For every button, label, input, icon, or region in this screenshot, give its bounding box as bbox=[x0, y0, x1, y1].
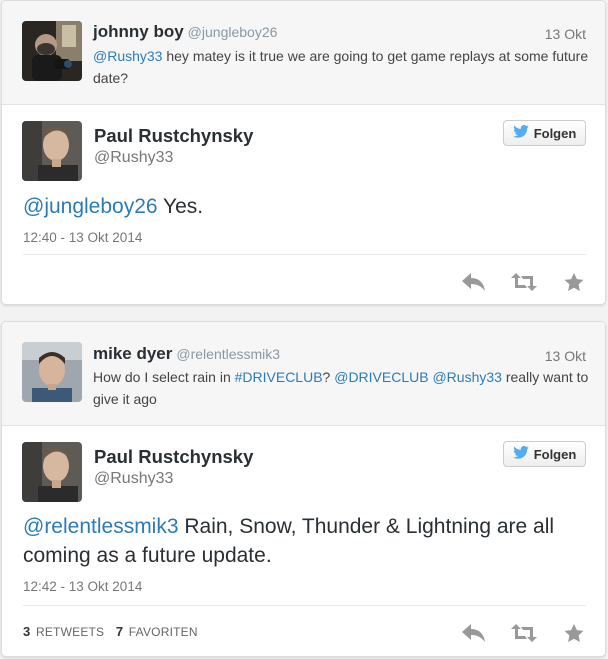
reply-text-body: hey matey is it true we are going to get… bbox=[93, 48, 589, 86]
mention-link[interactable]: @Rushy33 bbox=[432, 369, 501, 385]
mention-link[interactable]: @jungleboy26 bbox=[23, 195, 158, 218]
tweet-author-handle[interactable]: @Rushy33 bbox=[94, 149, 173, 167]
in-reply-to-tweet[interactable]: mike dyer @relentlessmik3 13 Okt How do I… bbox=[2, 322, 605, 426]
favorites-count: 7 bbox=[115, 624, 124, 639]
tweet-text: @relentlessmik3 Rain, Snow, Thunder & Li… bbox=[23, 512, 593, 570]
retweets-stat[interactable]: 3 RETWEETS bbox=[23, 624, 105, 639]
hashtag-link[interactable]: #DRIVECLUB bbox=[235, 369, 323, 385]
reply-icon[interactable] bbox=[461, 623, 487, 643]
reply-text-body: ? bbox=[322, 369, 335, 385]
twitter-bird-icon bbox=[512, 124, 529, 141]
tweet-card: mike dyer @relentlessmik3 13 Okt How do I… bbox=[1, 321, 606, 657]
avatar[interactable] bbox=[22, 21, 82, 81]
divider bbox=[23, 605, 586, 606]
twitter-bird-icon bbox=[512, 445, 529, 462]
reply-text: How do I select rain in #DRIVECLUB? @DRI… bbox=[93, 366, 593, 410]
tweet-actions bbox=[461, 623, 587, 643]
avatar[interactable] bbox=[22, 121, 82, 181]
follow-label: Folgen bbox=[533, 125, 577, 141]
divider bbox=[23, 254, 586, 255]
reply-text: @Rushy33 hey matey is it true we are goi… bbox=[93, 45, 593, 89]
avatar[interactable] bbox=[22, 442, 82, 502]
tweet-author-handle[interactable]: @Rushy33 bbox=[94, 470, 173, 488]
mention-link[interactable]: @DRIVECLUB bbox=[334, 369, 428, 385]
star-icon[interactable] bbox=[561, 272, 587, 292]
mention-link[interactable]: @relentlessmik3 bbox=[23, 515, 179, 538]
reply-author-handle[interactable]: @relentlessmik3 bbox=[176, 346, 280, 362]
tweet-author-name[interactable]: Paul Rustchynsky bbox=[94, 125, 253, 147]
tweet-stats: 3 RETWEETS 7 FAVORITEN bbox=[23, 624, 206, 639]
retweet-icon[interactable] bbox=[511, 623, 537, 643]
reply-date[interactable]: 13 Okt bbox=[545, 348, 586, 364]
favorites-stat[interactable]: 7 FAVORITEN bbox=[115, 624, 198, 639]
retweets-label: RETWEETS bbox=[35, 625, 105, 639]
tweet-timestamp[interactable]: 12:40 - 13 Okt 2014 bbox=[23, 230, 142, 245]
tweet-text-body: Yes. bbox=[157, 195, 204, 218]
in-reply-to-tweet[interactable]: johnny boy @jungleboy26 13 Okt @Rushy33 h… bbox=[2, 1, 605, 105]
retweet-icon[interactable] bbox=[511, 272, 537, 292]
tweet-text: @jungleboy26 Yes. bbox=[23, 192, 593, 221]
tweet-author-name[interactable]: Paul Rustchynsky bbox=[94, 446, 253, 468]
tweet-timestamp[interactable]: 12:42 - 13 Okt 2014 bbox=[23, 579, 142, 594]
reply-author-handle[interactable]: @jungleboy26 bbox=[188, 24, 278, 40]
reply-author[interactable]: johnny boy @jungleboy26 bbox=[93, 22, 277, 42]
follow-label: Folgen bbox=[533, 446, 577, 462]
favorites-label: FAVORITEN bbox=[128, 625, 198, 639]
reply-text-body: How do I select rain in bbox=[93, 369, 235, 385]
mention-link[interactable]: @Rushy33 bbox=[93, 48, 162, 64]
tweet-card: johnny boy @jungleboy26 13 Okt @Rushy33 h… bbox=[1, 0, 606, 305]
reply-icon[interactable] bbox=[461, 272, 487, 292]
avatar[interactable] bbox=[22, 342, 82, 402]
star-icon[interactable] bbox=[561, 623, 587, 643]
reply-date[interactable]: 13 Okt bbox=[545, 26, 586, 42]
reply-author-name[interactable]: mike dyer bbox=[93, 344, 172, 363]
retweets-count: 3 bbox=[23, 624, 31, 639]
reply-author-name[interactable]: johnny boy bbox=[93, 22, 184, 41]
follow-button[interactable]: Folgen bbox=[503, 441, 586, 467]
tweet-actions bbox=[461, 272, 587, 292]
reply-author[interactable]: mike dyer @relentlessmik3 bbox=[93, 344, 280, 364]
follow-button[interactable]: Folgen bbox=[503, 120, 586, 146]
